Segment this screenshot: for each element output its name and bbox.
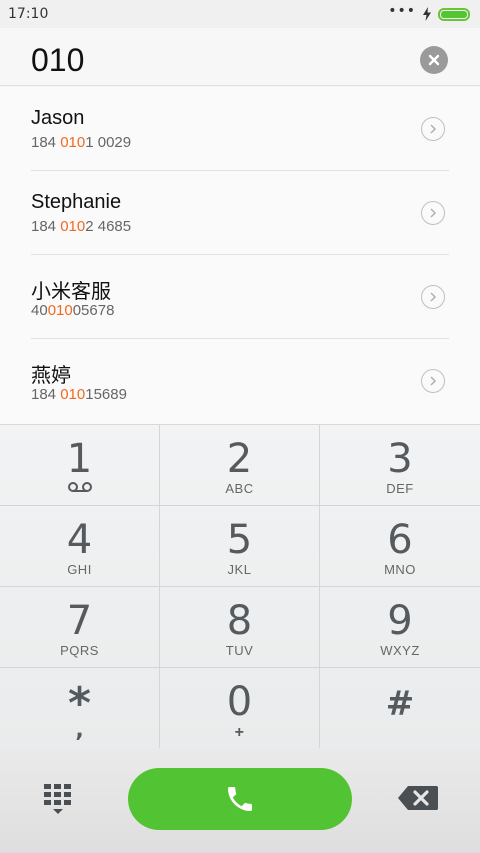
key-letters: ABC [225, 481, 254, 496]
dial-keypad: 1 2 ABC 3 DEF 4 GHI 5 JKL 6 MNO 7 PQRS 8… [0, 424, 480, 749]
dial-input-area: 010 [0, 28, 480, 86]
clear-button[interactable] [420, 46, 448, 74]
contact-number: 184 0101 0029 [31, 134, 132, 151]
key-letters: GHI [67, 562, 92, 577]
contact-detail-button[interactable] [421, 117, 445, 141]
key-hash[interactable]: # [320, 668, 480, 749]
contact-detail-button[interactable] [421, 285, 445, 309]
key-2[interactable]: 2 ABC [160, 425, 320, 506]
key-8[interactable]: 8 TUV [160, 587, 320, 668]
contact-result[interactable]: Stephanie 184 0102 4685 [31, 171, 449, 255]
contact-name: Stephanie [31, 191, 122, 213]
key-letters: TUV [225, 643, 254, 658]
key-digit: 8 [226, 598, 253, 644]
key-5[interactable]: 5 JKL [160, 506, 320, 587]
key-9[interactable]: 9 WXYZ [320, 587, 480, 668]
voicemail-icon [67, 482, 92, 492]
key-letters: , [75, 718, 84, 743]
key-digit: 4 [66, 517, 93, 563]
backspace-icon[interactable] [396, 784, 440, 812]
charging-bolt-icon [423, 7, 431, 21]
key-star[interactable]: * , [0, 668, 160, 749]
key-digit: 6 [387, 517, 413, 563]
key-letters: WXYZ [380, 643, 420, 658]
contact-number: 184 0102 4685 [31, 218, 132, 235]
status-bar: 17:10 ••• [0, 0, 480, 28]
contact-name: Jason [31, 107, 85, 129]
chevron-right-icon [430, 208, 437, 218]
contact-result[interactable]: Jason 184 0101 0029 [31, 87, 449, 171]
key-letters: DEF [386, 481, 414, 496]
key-digit: 9 [387, 598, 413, 644]
phone-icon [228, 787, 252, 811]
key-digit: 3 [387, 436, 413, 482]
status-time: 17:10 [8, 6, 49, 22]
status-icons: ••• [388, 3, 470, 21]
contact-name: 燕婷 [31, 365, 71, 387]
dialpad-toggle-icon[interactable] [40, 782, 76, 818]
chevron-right-icon [430, 376, 437, 386]
contact-number: 4001005678 [31, 302, 115, 319]
key-4[interactable]: 4 GHI [0, 506, 160, 587]
key-6[interactable]: 6 MNO [320, 506, 480, 587]
key-digit: 0 [226, 679, 253, 725]
contact-detail-button[interactable] [421, 201, 445, 225]
key-0[interactable]: 0 + [160, 668, 320, 749]
key-digit: 7 [66, 598, 93, 644]
battery-icon [438, 7, 470, 21]
chevron-right-icon [430, 124, 437, 134]
call-button[interactable] [128, 768, 352, 830]
key-digit: # [385, 684, 415, 724]
contact-result[interactable]: 燕婷 184 01015689 [31, 339, 449, 423]
bottom-action-bar [0, 748, 480, 853]
key-letters: JKL [227, 562, 252, 577]
key-7[interactable]: 7 PQRS [0, 587, 160, 668]
battery-fill [441, 10, 467, 18]
dialed-number[interactable]: 010 [31, 42, 84, 79]
signal-dots-icon: ••• [388, 3, 416, 19]
contact-results-list: Jason 184 0101 0029 Stephanie 184 0102 4… [0, 87, 480, 424]
close-icon [428, 54, 440, 66]
key-digit: 1 [66, 436, 93, 482]
key-1[interactable]: 1 [0, 425, 160, 506]
key-3[interactable]: 3 DEF [320, 425, 480, 506]
contact-detail-button[interactable] [421, 369, 445, 393]
chevron-right-icon [430, 292, 437, 302]
contact-number: 184 01015689 [31, 386, 127, 403]
key-letters: + [234, 724, 245, 741]
key-letters: MNO [384, 562, 416, 577]
key-letters: PQRS [60, 643, 99, 658]
key-digit: 5 [226, 517, 253, 563]
key-digit: 2 [226, 436, 253, 482]
contact-result[interactable]: 小米客服 4001005678 [31, 255, 449, 339]
contact-name: 小米客服 [31, 281, 111, 303]
